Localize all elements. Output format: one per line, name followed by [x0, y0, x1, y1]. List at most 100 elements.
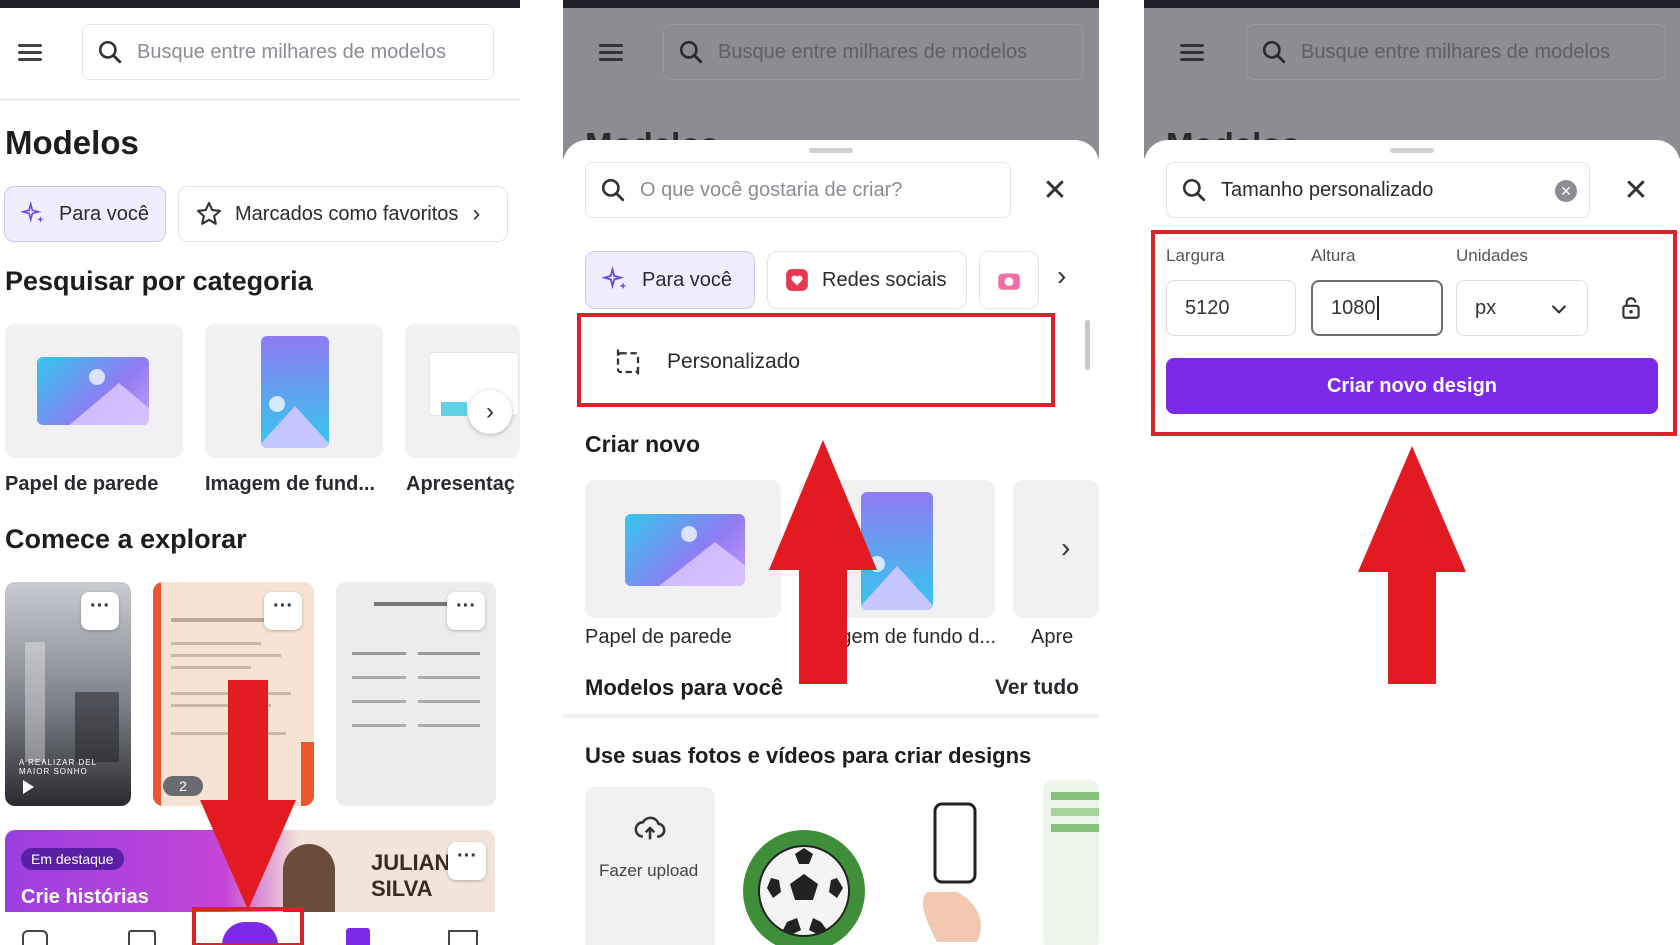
category-label: Imagem de fund... — [205, 473, 376, 495]
search-value: Tamanho personalizado — [1221, 178, 1434, 201]
search-icon — [1262, 40, 1286, 64]
sheet-search-input[interactable]: Tamanho personalizado ✕ — [1166, 162, 1590, 218]
image-placeholder-icon — [261, 336, 329, 448]
close-icon[interactable]: ✕ — [1033, 168, 1077, 212]
sheet-handle[interactable] — [809, 148, 853, 153]
close-icon[interactable]: ✕ — [1614, 168, 1658, 212]
red-arrow-up — [769, 440, 877, 684]
photos-heading: Use suas fotos e vídeos para criar desig… — [585, 743, 1032, 768]
dimmed-background: Busque entre milhares de modelos Modelos — [1144, 8, 1680, 163]
panel-create-sheet: Busque entre milhares de modelos Modelos… — [563, 0, 1099, 945]
create-item-label: Apre — [1031, 626, 1074, 648]
image-placeholder-icon — [37, 357, 149, 425]
search-icon — [1182, 178, 1206, 202]
projects-icon[interactable] — [346, 928, 370, 945]
category-label: Papel de parede — [5, 473, 159, 495]
phone-hand-image[interactable] — [897, 792, 1007, 942]
highlight-custom-size — [577, 313, 1055, 407]
clear-input-icon[interactable]: ✕ — [1555, 180, 1577, 202]
play-icon — [23, 780, 34, 794]
sparkle-icon — [21, 200, 44, 223]
search-placeholder: O que você gostaria de criar? — [640, 178, 903, 201]
folder-icon[interactable] — [128, 930, 156, 945]
featured-name: JULIAN — [371, 850, 451, 875]
scrollbar[interactable] — [1085, 320, 1090, 370]
category-background[interactable] — [205, 324, 383, 458]
search-input: Busque entre milhares de modelos — [663, 24, 1083, 80]
panel-templates-home: Busque entre milhares de modelos Modelos… — [0, 0, 520, 945]
upload-label: Fazer upload — [599, 861, 699, 880]
create-heading: Criar novo — [585, 431, 701, 457]
create-wallpaper[interactable] — [585, 480, 781, 618]
chevron-right-icon[interactable]: › — [1057, 260, 1066, 292]
status-bar — [0, 0, 520, 8]
chevron-right-icon: › — [486, 398, 494, 425]
tab-redes-sociais[interactable]: Redes sociais — [767, 251, 967, 309]
sparkle-icon — [602, 266, 627, 290]
menu-icon — [599, 40, 623, 65]
search-icon — [679, 40, 703, 64]
star-icon — [196, 201, 222, 225]
menu-icon[interactable] — [18, 40, 42, 65]
search-icon — [601, 178, 625, 202]
search-input[interactable]: Busque entre milhares de modelos — [82, 24, 494, 80]
explore-heading: Comece a explorar — [5, 524, 247, 554]
cloud-upload-icon — [634, 816, 666, 840]
soccer-ball-image[interactable] — [743, 830, 865, 945]
more-options-button[interactable]: ··· — [448, 842, 486, 880]
crown-icon[interactable] — [448, 930, 478, 945]
category-wallpaper[interactable] — [5, 324, 183, 458]
tab-favoritos[interactable]: Marcados como favoritos › — [178, 186, 508, 242]
page-title: Modelos — [5, 124, 139, 161]
search-icon — [98, 40, 122, 64]
tab-para-voce[interactable]: Para você — [585, 251, 755, 309]
status-bar — [563, 0, 1099, 8]
divider — [0, 98, 520, 101]
sheet-search-input[interactable]: O que você gostaria de criar? — [585, 162, 1011, 218]
image-placeholder-icon — [625, 514, 745, 586]
tab-more[interactable] — [979, 251, 1039, 309]
red-arrow-up — [1358, 446, 1466, 684]
chevron-right-icon[interactable]: › — [1061, 532, 1070, 564]
create-presentation[interactable] — [1013, 480, 1099, 618]
sheet-handle[interactable] — [1390, 148, 1434, 153]
photo-thumbnail[interactable] — [1043, 780, 1099, 945]
heart-icon — [786, 269, 808, 291]
search-placeholder: Busque entre milhares de modelos — [137, 40, 447, 63]
featured-badge: Em destaque — [21, 848, 124, 870]
tab-label: Redes sociais — [822, 268, 947, 291]
more-options-button[interactable]: ··· — [447, 592, 485, 630]
search-placeholder: Busque entre milhares de modelos — [1301, 40, 1611, 63]
tab-label: Para você — [58, 202, 149, 225]
more-options-button[interactable]: ··· — [81, 592, 119, 630]
tab-para-voce[interactable]: Para você — [4, 186, 166, 242]
upload-button[interactable]: Fazer upload — [585, 787, 715, 945]
home-icon[interactable] — [22, 930, 48, 945]
highlight-create-button — [192, 907, 304, 945]
scroll-right-button[interactable]: › — [468, 390, 512, 434]
for-you-heading: Modelos para você — [585, 675, 784, 700]
divider — [563, 714, 1099, 718]
tab-label: Marcados como favoritos — [235, 202, 459, 225]
card-text: A REALIZAR DEL MAIOR SONHO — [19, 758, 97, 776]
search-input: Busque entre milhares de modelos — [1246, 24, 1666, 80]
menu-icon — [1180, 40, 1204, 65]
category-label: Apresentaç — [406, 473, 515, 495]
page-count-badge: 2 — [163, 776, 203, 796]
see-all-link[interactable]: Ver tudo — [995, 676, 1079, 700]
more-options-button[interactable]: ··· — [264, 592, 302, 630]
featured-text: Crie histórias — [21, 886, 149, 908]
tab-label: Para você — [642, 268, 733, 291]
search-placeholder: Busque entre milhares de modelos — [718, 40, 1028, 63]
chevron-right-icon[interactable]: › — [472, 200, 480, 228]
status-bar — [1144, 0, 1680, 8]
dimmed-background: Busque entre milhares de modelos Modelos — [563, 8, 1099, 163]
red-arrow-down — [200, 680, 296, 910]
featured-name: SILVA — [371, 876, 433, 901]
camera-icon — [998, 273, 1020, 290]
category-heading: Pesquisar por categoria — [5, 266, 313, 296]
highlight-size-form — [1151, 230, 1677, 436]
create-item-label: Papel de parede — [585, 626, 732, 648]
category-presentation[interactable] — [405, 324, 520, 458]
panel-custom-size: Busque entre milhares de modelos Modelos… — [1144, 0, 1680, 945]
